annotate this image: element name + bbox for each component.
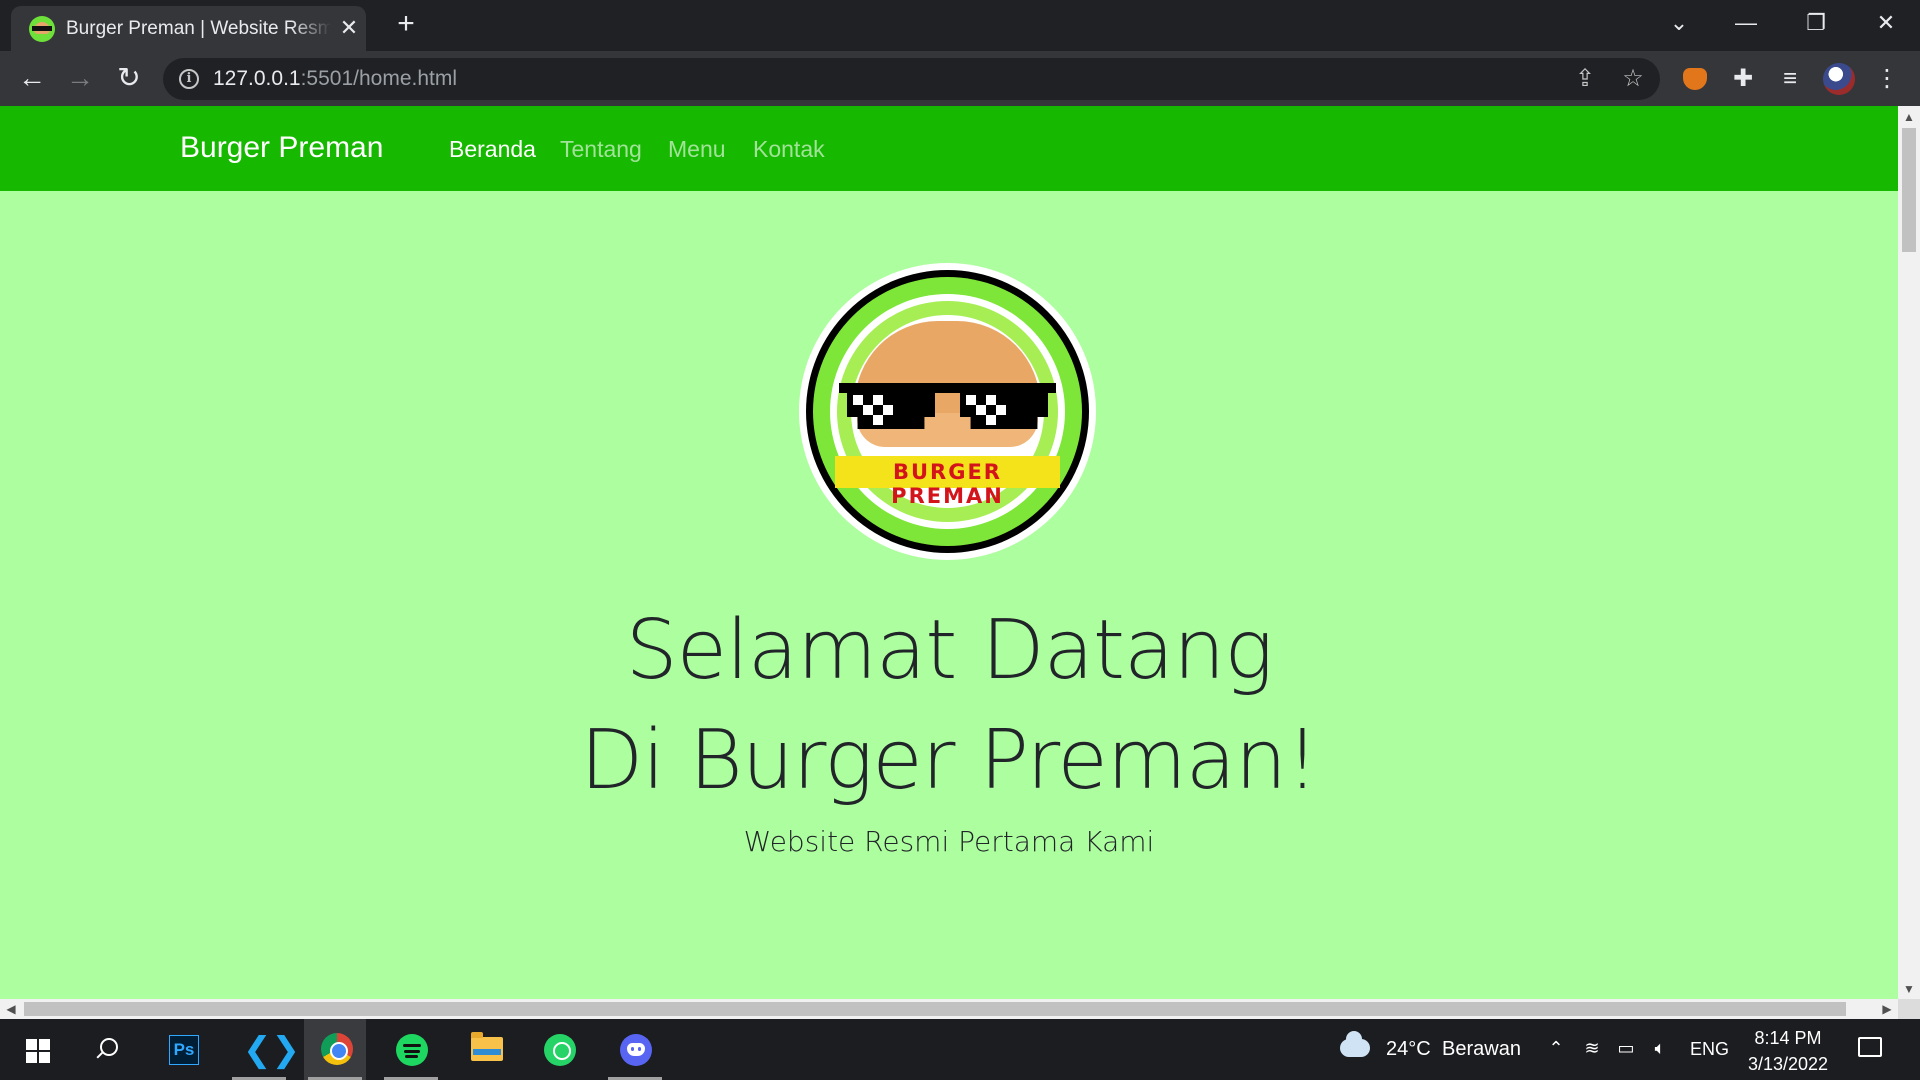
page-viewport: Burger Preman Beranda Tentang Menu Konta… — [0, 106, 1898, 999]
volume-icon[interactable]: 🔈︎ — [1648, 1037, 1672, 1059]
browser-tab[interactable]: Burger Preman | Website Resmi Pertama Ka… — [11, 6, 366, 51]
weather-temperature[interactable]: 24°C — [1386, 1038, 1431, 1061]
puzzle-extensions-icon[interactable]: ✚ — [1727, 63, 1759, 95]
whatsapp-icon[interactable] — [528, 1019, 590, 1080]
bookmark-star-icon[interactable]: ☆ — [1619, 65, 1647, 93]
horizontal-scroll-thumb[interactable] — [24, 1002, 1846, 1016]
metamask-fox-icon[interactable] — [1679, 63, 1711, 95]
nav-link-tentang[interactable]: Tentang — [560, 136, 642, 163]
tab-title: Burger Preman | Website Resmi Pertama Ka… — [66, 18, 331, 39]
restore-button[interactable]: ❐ — [1798, 8, 1834, 38]
burger-favicon-icon — [29, 16, 55, 42]
forward-button[interactable]: → — [64, 63, 96, 95]
burger-preman-logo: BURGER PREMAN — [799, 263, 1096, 560]
file-explorer-icon[interactable] — [454, 1019, 516, 1080]
info-icon[interactable]: i — [179, 69, 199, 89]
photoshop-icon[interactable]: Ps — [152, 1019, 214, 1080]
vertical-scrollbar[interactable]: ▲ ▼ — [1898, 106, 1920, 999]
tab-search-chevron-icon[interactable]: ⌄ — [1661, 8, 1697, 38]
site-navbar: Burger Preman Beranda Tentang Menu Konta… — [0, 106, 1898, 191]
wifi-icon[interactable]: ≋ — [1580, 1037, 1604, 1059]
windows-start-icon[interactable] — [4, 1019, 66, 1080]
pixel-sunglasses-icon — [839, 383, 1056, 429]
reload-button[interactable]: ↻ — [113, 63, 145, 95]
vscode-icon[interactable]: ❮❯ — [228, 1019, 300, 1080]
vertical-scroll-thumb[interactable] — [1902, 128, 1916, 252]
horizontal-scrollbar[interactable]: ◀ ▶ — [0, 999, 1898, 1019]
clock-date: 3/13/2022 — [1747, 1054, 1829, 1074]
nav-link-kontak[interactable]: Kontak — [753, 136, 825, 163]
hero-title-line2: Di Burger Preman! — [580, 713, 1319, 808]
battery-icon[interactable]: ▭ — [1614, 1037, 1638, 1059]
scroll-right-arrow-icon[interactable]: ▶ — [1876, 1002, 1898, 1016]
profile-avatar[interactable] — [1823, 63, 1855, 95]
browser-toolbar: ← → ↻ i 127.0.0.1:5501/home.html ⇪ ☆ ✚ ≡… — [0, 51, 1920, 106]
scroll-left-arrow-icon[interactable]: ◀ — [0, 1002, 22, 1016]
scroll-up-arrow-icon[interactable]: ▲ — [1898, 110, 1920, 124]
browser-tab-strip: Burger Preman | Website Resmi Pertama Ka… — [0, 0, 1920, 51]
logo-banner: BURGER PREMAN — [835, 456, 1060, 508]
chrome-icon[interactable] — [304, 1019, 366, 1080]
new-tab-button[interactable]: + — [391, 9, 421, 40]
url-text[interactable]: 127.0.0.1:5501/home.html — [213, 67, 457, 91]
hero-subtitle: Website Resmi Pertama Kami — [743, 825, 1155, 858]
discord-icon[interactable] — [604, 1019, 666, 1080]
screen: Burger Preman | Website Resmi Pertama Ka… — [0, 0, 1920, 1080]
scrollbar-corner — [1898, 999, 1920, 1019]
nav-link-menu[interactable]: Menu — [668, 136, 726, 163]
notification-center-icon[interactable] — [1858, 1037, 1882, 1057]
logo-text: BURGER PREMAN — [891, 460, 1004, 508]
nav-link-beranda[interactable]: Beranda — [449, 136, 536, 163]
language-indicator[interactable]: ENG — [1690, 1039, 1729, 1060]
back-button[interactable]: ← — [16, 63, 48, 95]
media-queue-icon[interactable]: ≡ — [1774, 63, 1806, 95]
cloud-weather-icon[interactable] — [1340, 1031, 1370, 1057]
windows-taskbar: Ps ❮❯ 24°C Berawan ⌃ ≋ ▭ 🔈︎ ENG 8:14 PM … — [0, 1019, 1920, 1080]
scroll-down-arrow-icon[interactable]: ▼ — [1898, 982, 1920, 996]
search-icon[interactable] — [78, 1019, 140, 1080]
address-bar[interactable]: i 127.0.0.1:5501/home.html ⇪ ☆ — [163, 58, 1660, 100]
share-icon[interactable]: ⇪ — [1571, 65, 1599, 93]
site-brand[interactable]: Burger Preman — [180, 131, 383, 165]
hero-title-line1: Selamat Datang — [625, 603, 1274, 698]
chevron-up-icon[interactable]: ⌃ — [1544, 1037, 1568, 1059]
kebab-menu-icon[interactable]: ⋮ — [1871, 63, 1903, 95]
clock-time: 8:14 PM — [1754, 1028, 1822, 1048]
weather-description[interactable]: Berawan — [1442, 1038, 1521, 1061]
clock[interactable]: 8:14 PM 3/13/2022 — [1736, 1025, 1840, 1077]
window-close-button[interactable]: ✕ — [1868, 8, 1904, 38]
tab-close-icon[interactable]: ✕ — [337, 16, 361, 40]
spotify-icon[interactable] — [380, 1019, 442, 1080]
minimize-button[interactable]: — — [1728, 8, 1764, 38]
